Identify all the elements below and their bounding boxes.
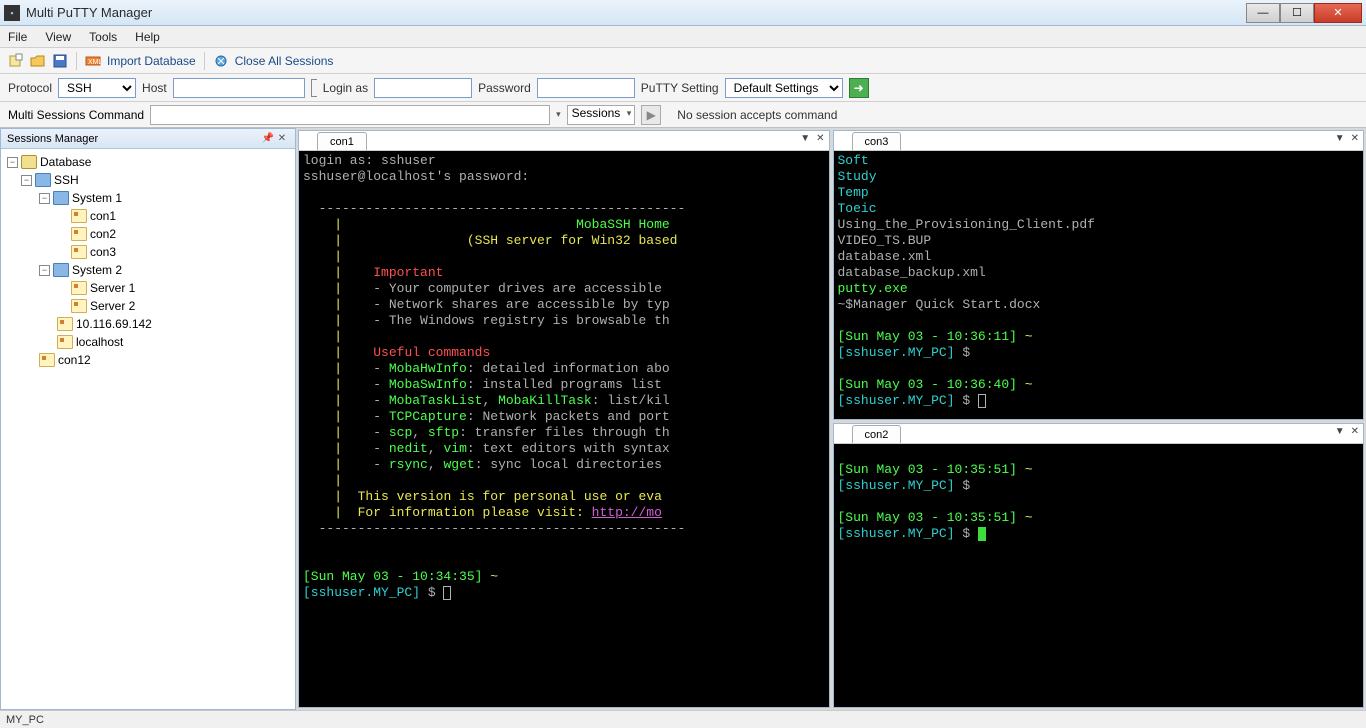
svg-text:XML: XML xyxy=(88,59,101,66)
toolbar-multisession: Multi Sessions Command ▾ Sessions ▶ No s… xyxy=(0,102,1366,128)
sessions-tree[interactable]: −Database −SSH −System 1 con1 con2 con3 … xyxy=(1,149,295,709)
panel-title: Sessions Manager xyxy=(7,133,261,145)
tree-ssh[interactable]: −SSH xyxy=(3,171,293,189)
multi-command-input[interactable] xyxy=(150,105,550,125)
terminal-con2[interactable]: [Sun May 03 - 10:35:51] ~ [sshuser.MY_PC… xyxy=(834,444,1364,707)
menu-help[interactable]: Help xyxy=(135,30,160,44)
window-title: Multi PuTTY Manager xyxy=(26,5,1246,20)
terminal-con1[interactable]: login as: sshuser sshuser@localhost's pa… xyxy=(299,151,829,707)
sessions-dropdown[interactable]: Sessions xyxy=(567,105,636,125)
menu-view[interactable]: View xyxy=(45,30,71,44)
pane-close-icon[interactable]: ✕ xyxy=(1351,426,1359,437)
pane-dropdown-icon[interactable]: ▼ xyxy=(1335,426,1345,437)
tree-system1[interactable]: −System 1 xyxy=(3,189,293,207)
send-command-button[interactable]: ▶ xyxy=(641,105,661,125)
tree-system2[interactable]: −System 2 xyxy=(3,261,293,279)
login-label: Login as xyxy=(323,81,368,95)
pane-dropdown-icon[interactable]: ▼ xyxy=(800,133,810,144)
connect-button[interactable]: ➜ xyxy=(849,78,869,98)
multi-command-label: Multi Sessions Command xyxy=(8,108,144,122)
protocol-select[interactable]: SSH xyxy=(58,78,136,98)
password-label: Password xyxy=(478,81,531,95)
new-db-icon[interactable] xyxy=(8,53,24,69)
putty-setting-select[interactable]: Default Settings xyxy=(725,78,843,98)
tab-con1[interactable]: con1 xyxy=(317,132,367,150)
host-label: Host xyxy=(142,81,167,95)
status-text: MY_PC xyxy=(6,714,44,726)
sessions-manager-panel: Sessions Manager 📌 ✕ −Database −SSH −Sys… xyxy=(0,128,296,710)
toolbar-connection: Protocol SSH Host Login as Password PuTT… xyxy=(0,74,1366,102)
import-database-button[interactable]: Import Database xyxy=(107,54,196,68)
pane-dropdown-icon[interactable]: ▼ xyxy=(1335,133,1345,144)
close-all-sessions-button[interactable]: Close All Sessions xyxy=(235,54,334,68)
tab-con3[interactable]: con3 xyxy=(852,132,902,150)
tree-database[interactable]: −Database xyxy=(3,153,293,171)
protocol-label: Protocol xyxy=(8,81,52,95)
app-icon: ▪ xyxy=(4,5,20,21)
pin-icon[interactable]: 📌 xyxy=(261,133,275,144)
minimize-button[interactable]: — xyxy=(1246,3,1280,23)
statusbar: MY_PC xyxy=(0,710,1366,728)
menu-file[interactable]: File xyxy=(8,30,27,44)
tree-con1[interactable]: con1 xyxy=(3,207,293,225)
tree-con3[interactable]: con3 xyxy=(3,243,293,261)
open-folder-icon[interactable] xyxy=(30,53,46,69)
pane-con2: con2 ▼ ✕ [Sun May 03 - 10:35:51] ~ [sshu… xyxy=(833,423,1365,708)
terminal-con3[interactable]: Soft Study Temp Toeic Using_the_Provisio… xyxy=(834,151,1364,419)
toolbar-main: XML Import Database Close All Sessions xyxy=(0,48,1366,74)
panel-close-icon[interactable]: ✕ xyxy=(275,133,289,144)
tree-con2[interactable]: con2 xyxy=(3,225,293,243)
putty-setting-label: PuTTY Setting xyxy=(641,81,719,95)
pane-con1: con1 ▼ ✕ login as: sshuser sshuser@local… xyxy=(298,130,830,708)
save-icon[interactable] xyxy=(52,53,68,69)
menubar: File View Tools Help xyxy=(0,26,1366,48)
xml-icon[interactable]: XML xyxy=(85,53,101,69)
tree-con12[interactable]: con12 xyxy=(3,351,293,369)
tab-con2[interactable]: con2 xyxy=(852,425,902,443)
pane-con3: con3 ▼ ✕ Soft Study Temp Toeic Using_the… xyxy=(833,130,1365,420)
pane-close-icon[interactable]: ✕ xyxy=(816,133,824,144)
terminal-area: con1 ▼ ✕ login as: sshuser sshuser@local… xyxy=(296,128,1366,710)
host-input[interactable] xyxy=(173,78,305,98)
multi-command-status: No session accepts command xyxy=(677,108,837,122)
tree-ip[interactable]: 10.116.69.142 xyxy=(3,315,293,333)
tree-localhost[interactable]: localhost xyxy=(3,333,293,351)
login-input[interactable] xyxy=(374,78,472,98)
tree-server2[interactable]: Server 2 xyxy=(3,297,293,315)
close-button[interactable]: ✕ xyxy=(1314,3,1362,23)
pane-close-icon[interactable]: ✕ xyxy=(1351,133,1359,144)
titlebar: ▪ Multi PuTTY Manager — ☐ ✕ xyxy=(0,0,1366,26)
tree-server1[interactable]: Server 1 xyxy=(3,279,293,297)
password-input[interactable] xyxy=(537,78,635,98)
menu-tools[interactable]: Tools xyxy=(89,30,117,44)
close-sessions-icon[interactable] xyxy=(213,53,229,69)
panel-header: Sessions Manager 📌 ✕ xyxy=(1,129,295,149)
maximize-button[interactable]: ☐ xyxy=(1280,3,1314,23)
